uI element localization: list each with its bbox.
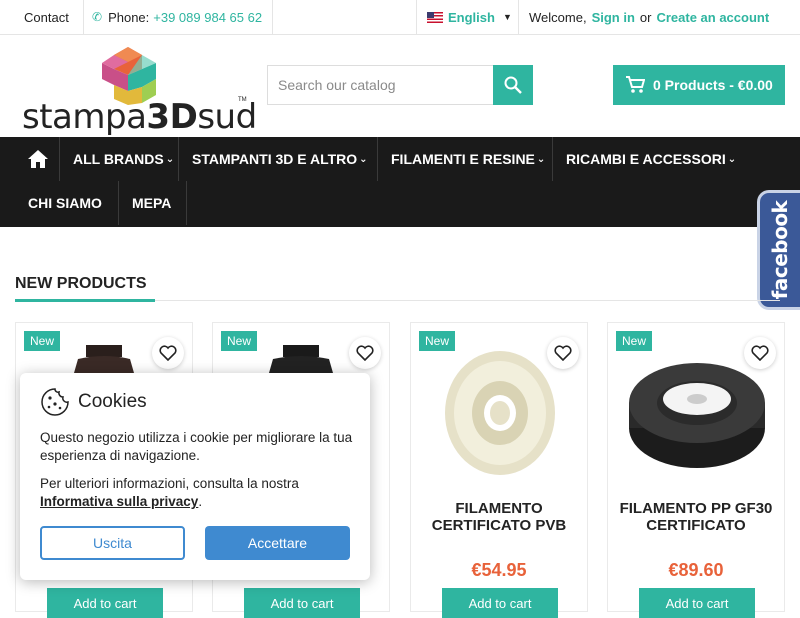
cookie-icon [41,388,69,416]
nav-mepa[interactable]: MEPA [119,181,187,225]
accept-button[interactable]: Accettare [205,526,350,560]
add-to-cart-button[interactable]: Add to cart [639,588,755,618]
new-badge: New [616,331,653,351]
nav-home[interactable] [15,137,60,181]
product-card[interactable]: New FILAMENTO CERTIFICATO PVB €54.95 Add… [410,322,588,618]
product-card[interactable]: New FILAMENTO PP GF30 CERTIFICATO €89.60… [607,322,785,618]
cookie-text: Questo negozio utilizza i cookie per mig… [40,430,353,463]
cart-icon [626,76,645,93]
logo-trademark: TM [238,97,247,103]
nav-ricambi[interactable]: RICAMBI E ACCESSORI ⌄ [553,137,743,181]
heart-icon [159,345,177,361]
add-to-cart-button[interactable]: Add to cart [244,588,360,618]
home-icon [28,150,48,168]
wishlist-button[interactable] [152,337,184,369]
search-input[interactable] [267,65,494,105]
nav-filamenti[interactable]: FILAMENTI E RESINE ⌄ [378,137,553,181]
heart-icon [554,345,572,361]
logo[interactable]: stampa3Dsud TM [22,45,257,137]
us-flag-icon [427,11,443,23]
search-button[interactable] [493,65,533,105]
cookie-header: Cookies [40,387,147,417]
wishlist-button[interactable] [349,337,381,369]
chevron-down-icon: ⌄ [727,153,737,165]
cookie-privacy-text: Per ulteriori informazioni, consulta la … [40,476,299,509]
logo-cubes-icon [102,47,156,105]
facebook-label: facebook [768,200,792,300]
create-account-link[interactable]: Create an account [656,10,769,25]
cart-button[interactable]: 0 Products - €0.00 [613,65,785,105]
product-price: €54.95 [471,560,527,580]
product-name[interactable]: FILAMENTO CERTIFICATO PVB [411,500,587,534]
language-label: English [448,9,495,25]
phone-number[interactable]: +39 089 984 65 62 [153,10,262,25]
logo-text: stampa3Dsud [22,97,257,137]
chevron-down-icon: ⌄ [359,153,368,165]
cookie-banner: Cookies Questo negozio utilizza i cookie… [20,373,370,580]
new-badge: New [221,331,258,351]
nav-stampanti[interactable]: STAMPANTI 3D E ALTRO ⌄ [179,137,378,181]
privacy-link[interactable]: Informativa sulla privacy [40,494,198,509]
chevron-down-icon: ⌄ [165,153,175,165]
wishlist-button[interactable] [547,337,579,369]
add-to-cart-button[interactable]: Add to cart [47,588,163,618]
cart-label: 0 Products - €0.00 [653,77,773,93]
user-info: Welcome, Sign in or Create an account [529,0,789,34]
chevron-down-icon: ▼ [502,12,512,22]
language-selector[interactable]: English ▼ [416,0,519,34]
search-form [267,65,533,105]
heart-icon [751,345,769,361]
product-name[interactable]: FILAMENTO PP GF30 CERTIFICATO [608,500,784,534]
welcome-text: Welcome, [529,9,587,25]
chevron-down-icon: ⌄ [536,153,546,165]
top-bar: Contact ✆ Phone: +39 089 984 65 62 Engli… [0,0,800,35]
add-to-cart-button[interactable]: Add to cart [442,588,558,618]
phone-icon: ✆ [92,10,103,24]
header: stampa3Dsud TM 0 Products - €0.00 [0,35,800,137]
sign-in-link[interactable]: Sign in [592,10,635,25]
wishlist-button[interactable] [744,337,776,369]
facebook-tab[interactable]: facebook [757,190,800,310]
search-icon [504,76,522,94]
new-badge: New [24,331,61,351]
cookie-title: Cookies [78,391,147,412]
main-nav: ALL BRANDS ⌄ STAMPANTI 3D E ALTRO ⌄ FILAME… [0,137,800,227]
nav-all-brands[interactable]: ALL BRANDS ⌄ [60,137,179,181]
or-text: or [639,9,652,25]
contact-link[interactable]: Contact [14,0,84,34]
decline-button[interactable]: Uscita [40,526,185,560]
phone-info: ✆ Phone: +39 089 984 65 62 [84,0,273,34]
heart-icon [356,345,374,361]
nav-chi-siamo[interactable]: CHI SIAMO [15,181,119,225]
section-divider [15,299,780,302]
phone-label: Phone: [108,9,150,25]
product-price: €89.60 [668,560,724,580]
new-badge: New [419,331,456,351]
section-title: NEW PRODUCTS [15,275,147,292]
